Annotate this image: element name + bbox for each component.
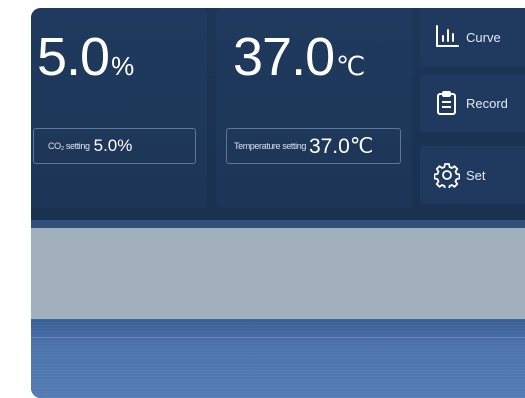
record-button[interactable]: Record bbox=[420, 74, 525, 132]
co2-card: 5.0% CO₂ setting 5.0% bbox=[31, 8, 207, 208]
temperature-value: 37.0 bbox=[233, 27, 335, 87]
temperature-reading: 37.0℃ bbox=[233, 30, 365, 84]
temperature-setting-box[interactable]: Temperature setting 37.0℃ bbox=[226, 128, 401, 164]
set-label: Set bbox=[466, 167, 486, 183]
curve-button[interactable]: Curve bbox=[420, 8, 525, 66]
set-button[interactable]: Set bbox=[420, 146, 525, 204]
temperature-setting-label: Temperature setting bbox=[234, 141, 306, 151]
curve-label: Curve bbox=[466, 29, 501, 45]
bar-chart-icon bbox=[434, 24, 460, 50]
incubator-display: 5.0% CO₂ setting 5.0% 37.0℃ Temperature … bbox=[31, 8, 525, 398]
temperature-unit: ℃ bbox=[336, 51, 366, 81]
record-label: Record bbox=[466, 95, 508, 111]
clipboard-icon bbox=[434, 90, 460, 116]
blue-band bbox=[31, 319, 525, 398]
band-streak bbox=[31, 337, 525, 338]
co2-setting-value: 5.0% bbox=[93, 136, 133, 155]
co2-reading: 5.0% bbox=[37, 30, 134, 84]
gear-icon bbox=[433, 162, 461, 190]
co2-setting-box[interactable]: CO₂ setting 5.0% bbox=[33, 128, 196, 164]
co2-setting-label: CO₂ setting bbox=[48, 141, 90, 151]
temperature-setting-value: 37.0℃ bbox=[308, 134, 374, 158]
co2-value: 5.0 bbox=[37, 27, 110, 87]
grey-band bbox=[31, 228, 525, 319]
temperature-card: 37.0℃ Temperature setting 37.0℃ bbox=[216, 8, 412, 208]
panel-divider bbox=[31, 220, 525, 228]
co2-unit: % bbox=[111, 51, 135, 81]
display-panel: 5.0% CO₂ setting 5.0% 37.0℃ Temperature … bbox=[31, 8, 525, 220]
